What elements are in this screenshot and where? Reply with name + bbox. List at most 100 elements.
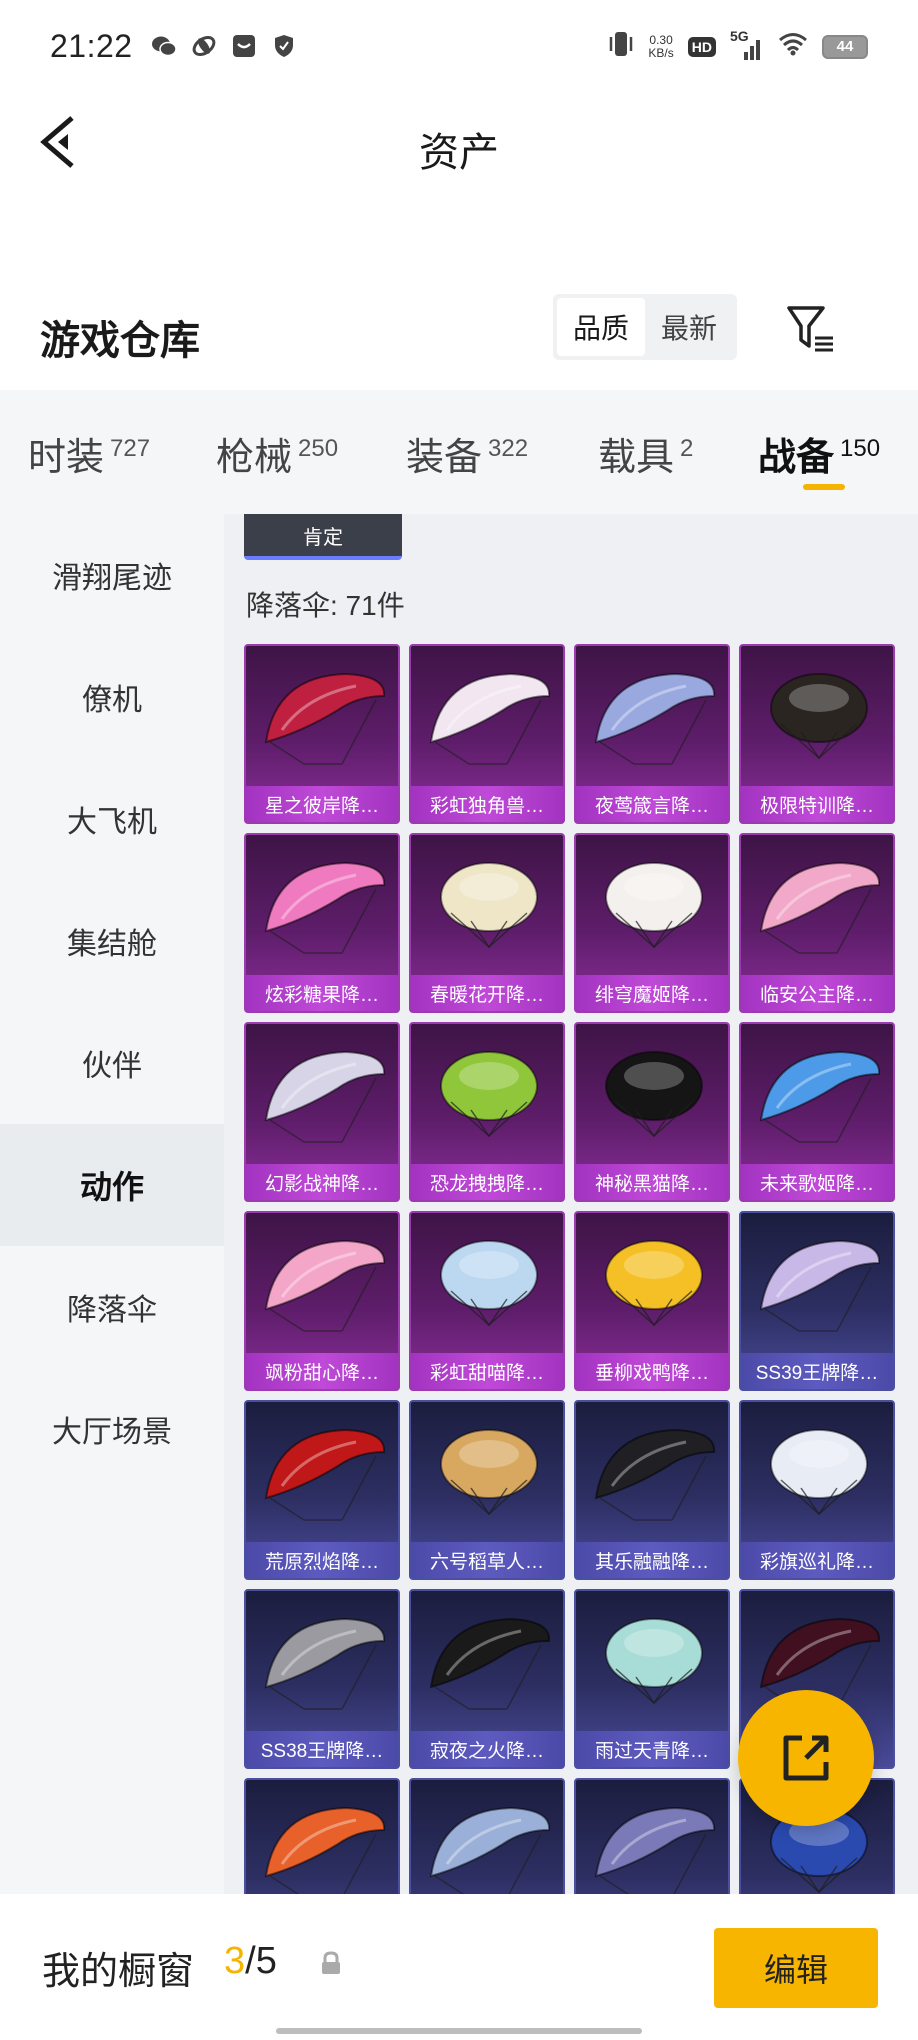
flower-dome-icon	[440, 862, 538, 949]
item-name: 雨过天青降…	[576, 1731, 728, 1767]
item-card[interactable]: 春暖花开降…	[409, 833, 565, 1013]
sort-option-newest[interactable]: 最新	[645, 298, 733, 356]
grey-web-canopy-icon	[264, 1617, 386, 1710]
vibrate-icon	[608, 28, 634, 65]
item-card[interactable]: 神秘黑猫降…	[574, 1022, 730, 1202]
red-flame-canopy-icon	[264, 1428, 386, 1521]
item-card[interactable]: 彩虹甜喵降…	[409, 1211, 565, 1391]
tab-firearms[interactable]: 枪械 250	[216, 426, 338, 481]
item-card[interactable]: 其乐融融降…	[574, 1400, 730, 1580]
sub-item-partner[interactable]: 伙伴	[0, 1002, 224, 1124]
tab-label: 战备	[758, 437, 835, 479]
item-card[interactable]: SS39王牌降…	[739, 1211, 895, 1391]
item-name: 寂夜之火降…	[411, 1731, 563, 1767]
filter-button[interactable]	[785, 302, 839, 356]
checker-canopy-icon	[594, 1806, 716, 1894]
item-card[interactable]: 垂柳戏鸭降…	[574, 1211, 730, 1391]
sub-item-big-plane[interactable]: 大飞机	[0, 758, 224, 880]
home-indicator	[276, 2028, 642, 2034]
item-card[interactable]: 未来歌姬降…	[739, 1022, 895, 1202]
item-card[interactable]: SS38王牌降…	[244, 1589, 400, 1769]
item-name: 六号稻草人…	[411, 1542, 563, 1578]
wechat-icon	[151, 33, 177, 59]
item-name: 彩虹甜喵降…	[411, 1353, 563, 1389]
item-card[interactable]: 星之彼岸降…	[244, 644, 400, 824]
white-pink-canopy-icon	[429, 672, 551, 765]
item-card[interactable]: 绯穹魔姬降…	[574, 833, 730, 1013]
share-button[interactable]	[738, 1690, 874, 1826]
shield-icon	[271, 33, 297, 59]
net-speed-unit: KB/s	[648, 45, 674, 60]
showcase-total: 5	[255, 1940, 277, 1982]
tab-count: 2	[680, 435, 694, 462]
item-name: 彩虹独角兽…	[411, 786, 563, 822]
sub-item-emote[interactable]: 动作	[0, 1124, 224, 1246]
confirm-button[interactable]: 肯定	[244, 514, 402, 560]
showcase-count: 3/5	[224, 1940, 277, 1983]
item-name: 幻影战神降…	[246, 1164, 398, 1200]
item-card[interactable]: 雨过天青降…	[574, 1589, 730, 1769]
battery-icon: 44	[822, 34, 868, 59]
item-count-label: 降落伞: 71件	[246, 590, 405, 621]
sort-toggle: 品质 最新	[553, 294, 737, 360]
item-card[interactable]: 恐龙拽拽降…	[409, 1022, 565, 1202]
item-name: 临安公主降…	[741, 975, 893, 1011]
tab-combat-gear[interactable]: 战备 150	[758, 426, 880, 481]
tab-label: 载具	[598, 437, 675, 479]
item-name: 炫彩糖果降…	[246, 975, 398, 1011]
page-title: 资产	[419, 131, 499, 175]
sub-item-glide-trail[interactable]: 滑翔尾迹	[0, 514, 224, 636]
item-name: 彩旗巡礼降…	[741, 1542, 893, 1578]
sort-option-quality[interactable]: 品质	[557, 298, 645, 356]
panda-dome-icon	[440, 1429, 538, 1516]
item-card[interactable]	[574, 1778, 730, 1894]
sub-item-parachute[interactable]: 降落伞	[0, 1246, 224, 1368]
tab-vehicles[interactable]: 载具 2	[598, 426, 693, 481]
blue-white-canopy-icon	[759, 1050, 881, 1143]
item-card[interactable]: 飒粉甜心降…	[244, 1211, 400, 1391]
showcase-separator: /	[245, 1940, 256, 1982]
active-tab-indicator	[803, 484, 845, 490]
item-card[interactable]: 临安公主降…	[739, 833, 895, 1013]
tab-label: 时装	[28, 437, 105, 479]
tab-label: 装备	[406, 437, 483, 479]
net-speed: 0.30 KB/s	[648, 33, 674, 60]
item-name: 夜莺箴言降…	[576, 786, 728, 822]
lavender-canopy-icon	[759, 1239, 881, 1332]
item-card[interactable]: 荒原烈焰降…	[244, 1400, 400, 1580]
555-canopy-icon	[429, 1806, 551, 1894]
tab-count: 250	[298, 435, 339, 462]
item-card[interactable]: 幻影战神降…	[244, 1022, 400, 1202]
item-card[interactable]: 夜莺箴言降…	[574, 644, 730, 824]
item-name: 神秘黑猫降…	[576, 1164, 728, 1200]
item-name: 未来歌姬降…	[741, 1164, 893, 1200]
sub-item-assembly-pod[interactable]: 集结舱	[0, 880, 224, 1002]
tab-count: 322	[488, 435, 529, 462]
item-name: 荒原烈焰降…	[246, 1542, 398, 1578]
item-card[interactable]: 彩虹独角兽…	[409, 644, 565, 824]
tab-count: 727	[110, 435, 151, 462]
edit-button[interactable]: 编辑	[714, 1928, 878, 2008]
status-right: 0.30 KB/s HD 5G 44	[608, 28, 868, 65]
dark-gold-canopy-icon	[594, 1428, 716, 1521]
item-card[interactable]: 炫彩糖果降…	[244, 833, 400, 1013]
sub-item-wingman[interactable]: 僚机	[0, 636, 224, 758]
green-square-icon	[440, 1051, 538, 1138]
item-name: 星之彼岸降…	[246, 786, 398, 822]
sub-item-lobby-scene[interactable]: 大厅场景	[0, 1368, 224, 1490]
item-name: SS39王牌降…	[741, 1353, 893, 1389]
tab-equipment[interactable]: 装备 322	[406, 426, 528, 481]
item-card[interactable]: 极限特训降…	[739, 644, 895, 824]
pink-heart-canopy-icon	[264, 1239, 386, 1332]
item-card[interactable]: 寂夜之火降…	[409, 1589, 565, 1769]
item-card[interactable]	[244, 1778, 400, 1894]
red-black-canopy-icon	[264, 672, 386, 765]
item-card[interactable]: 彩旗巡礼降…	[739, 1400, 895, 1580]
title-bar: 资产	[0, 92, 918, 192]
cellular-5g-icon: 5G	[730, 28, 764, 62]
item-card[interactable]: 六号稻草人…	[409, 1400, 565, 1580]
tab-fashion[interactable]: 时装 727	[28, 426, 150, 481]
item-card[interactable]	[409, 1778, 565, 1894]
item-name: 其乐融融降…	[576, 1542, 728, 1578]
status-bar: 21:22 0.30 KB/s HD 5G 44	[0, 0, 918, 92]
